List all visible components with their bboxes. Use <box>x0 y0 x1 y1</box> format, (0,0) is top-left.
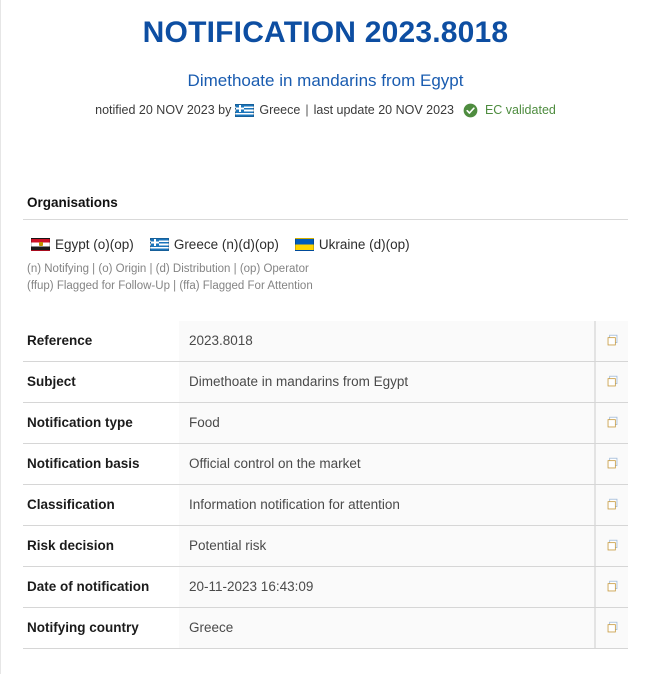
copy-button-notification-type[interactable] <box>595 402 628 443</box>
notification-detail-table: Reference 2023.8018 Subject Dimethoate i… <box>23 320 628 649</box>
meta-separator: | <box>305 103 309 118</box>
copy-icon <box>607 376 617 387</box>
copy-icon <box>607 540 617 551</box>
detail-value-subject: Dimethoate in mandarins from Egypt <box>179 361 595 402</box>
section-divider <box>23 218 628 220</box>
detail-label-date-of-notification: Date of notification <box>27 579 150 595</box>
detail-value-classification: Information notification for attention <box>179 484 595 525</box>
copy-button-reference[interactable] <box>595 320 628 361</box>
organisation-roles-greece: (n)(d)(op) <box>221 236 279 252</box>
organisations-legend: (n) Notifying | (o) Origin | (d) Distrib… <box>27 261 628 294</box>
organisation-roles-ukraine: (d)(op) <box>369 236 410 252</box>
legend-line-roles: (n) Notifying | (o) Origin | (d) Distrib… <box>27 263 309 276</box>
notifier-country-name: Greece <box>259 103 301 118</box>
copy-button-notification-basis[interactable] <box>595 443 628 484</box>
table-row: Notification type Food <box>23 402 628 444</box>
table-row: Risk decision Potential risk <box>23 525 628 567</box>
egypt-flag-icon <box>31 237 50 251</box>
check-circle-icon <box>463 103 478 117</box>
ec-validated-badge: EC validated <box>463 103 556 118</box>
detail-label-reference: Reference <box>27 333 93 349</box>
detail-label-classification: Classification <box>27 497 115 513</box>
notified-by-text: notified 20 NOV 2023 by <box>95 103 232 118</box>
greece-flag-icon <box>235 103 255 117</box>
organisation-name-ukraine: Ukraine <box>318 236 366 252</box>
notification-meta: notified 20 NOV 2023 by Greece | last up… <box>1 103 650 118</box>
page-title: NOTIFICATION 2023.8018 <box>142 16 509 49</box>
copy-button-risk-decision[interactable] <box>595 525 628 566</box>
copy-icon <box>607 581 617 592</box>
organisations-list: Egypt (o)(op) Greece (n)(d)(op) Ukraine (d… <box>27 236 628 255</box>
copy-icon <box>607 335 617 346</box>
detail-label-notification-basis: Notification basis <box>27 456 140 472</box>
greece-flag-icon <box>149 237 169 251</box>
detail-value-notification-type: Food <box>179 402 595 443</box>
page-header: NOTIFICATION 2023.8018 Dimethoate in man… <box>1 0 650 118</box>
copy-icon <box>607 499 617 510</box>
ukraine-flag-icon <box>294 237 314 251</box>
table-row: Classification Information notification … <box>23 484 628 526</box>
organisation-name-greece: Greece <box>173 236 219 252</box>
table-row: Subject Dimethoate in mandarins from Egy… <box>23 361 628 403</box>
copy-button-classification[interactable] <box>595 484 628 525</box>
detail-value-notifying-country: Greece <box>179 607 595 648</box>
copy-button-subject[interactable] <box>595 361 628 402</box>
organisations-section: Organisations Egypt (o)(op) Greece (n)(d)… <box>23 195 628 295</box>
copy-icon <box>607 622 617 633</box>
copy-button-date-of-notification[interactable] <box>595 566 628 607</box>
detail-value-risk-decision: Potential risk <box>179 525 595 566</box>
organisation-item-egypt[interactable]: Egypt (o)(op) <box>27 237 134 252</box>
legend-line-flags: (ffup) Flagged for Follow-Up | (ffa) Fla… <box>27 280 313 293</box>
notification-page: NOTIFICATION 2023.8018 Dimethoate in man… <box>0 0 650 674</box>
table-row: Reference 2023.8018 <box>23 320 628 362</box>
organisation-name-egypt: Egypt <box>55 236 90 252</box>
page-subtitle: Dimethoate in mandarins from Egypt <box>187 70 464 90</box>
detail-label-notification-type: Notification type <box>27 415 133 431</box>
detail-label-notifying-country: Notifying country <box>27 620 139 636</box>
table-row: Date of notification 20-11-2023 16:43:09 <box>23 566 628 608</box>
last-update-text: last update 20 NOV 2023 <box>313 103 454 118</box>
detail-label-subject: Subject <box>27 374 76 390</box>
table-row: Notification basis Official control on t… <box>23 443 628 485</box>
organisations-heading: Organisations <box>27 194 118 210</box>
table-row: Notifying country Greece <box>23 607 628 649</box>
copy-button-notifying-country[interactable] <box>595 607 628 648</box>
detail-label-risk-decision: Risk decision <box>27 538 115 554</box>
copy-icon <box>607 458 617 469</box>
detail-value-notification-basis: Official control on the market <box>179 443 595 484</box>
ec-validated-label: EC validated <box>484 103 556 118</box>
detail-value-reference: 2023.8018 <box>179 320 595 361</box>
copy-icon <box>607 417 617 428</box>
organisation-roles-egypt: (o)(op) <box>93 236 134 252</box>
detail-value-date-of-notification: 20-11-2023 16:43:09 <box>179 566 595 607</box>
organisation-item-greece[interactable]: Greece (n)(d)(op) <box>146 237 279 252</box>
organisation-item-ukraine[interactable]: Ukraine (d)(op) <box>291 237 410 252</box>
